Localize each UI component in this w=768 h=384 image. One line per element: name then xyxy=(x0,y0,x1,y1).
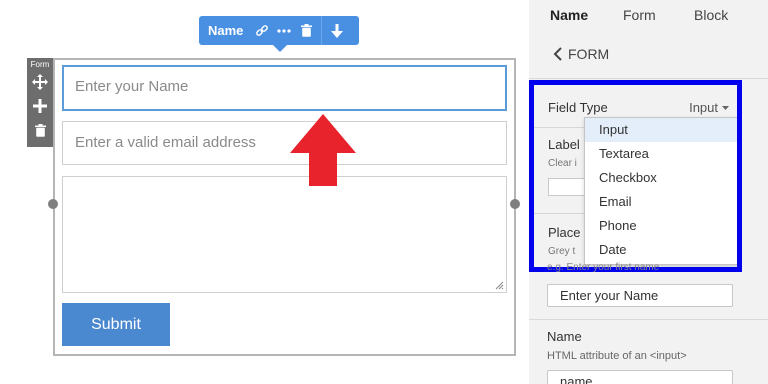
field-type-option[interactable]: Checkbox xyxy=(585,166,737,190)
panel-divider xyxy=(529,319,768,320)
placeholder-input[interactable]: Enter your Name xyxy=(547,284,733,307)
name-attribute-input[interactable]: name xyxy=(547,370,733,384)
resize-handle-left[interactable] xyxy=(48,199,58,209)
submit-button[interactable]: Submit xyxy=(62,303,170,346)
name-section-hint: HTML attribute of an <input> xyxy=(547,350,687,362)
name-input[interactable]: Enter your Name xyxy=(62,65,507,111)
form-canvas: Name Form Enter your Name Enter a valid … xyxy=(0,0,529,384)
panel-tabs: Name Form Block xyxy=(529,0,768,30)
resize-grip-icon[interactable] xyxy=(495,281,504,290)
field-type-option[interactable]: Email xyxy=(585,190,737,214)
name-attribute-value: name xyxy=(560,374,593,384)
email-input-placeholder: Enter a valid email address xyxy=(75,134,256,151)
form-block-handle: Form xyxy=(27,58,53,147)
resize-handle-right[interactable] xyxy=(510,199,520,209)
name-section-title: Name xyxy=(547,329,582,344)
placeholder-example: e.g. Enter your first name xyxy=(547,262,660,273)
field-type-option[interactable]: Input xyxy=(585,118,737,142)
arrow-down-icon[interactable] xyxy=(326,16,348,45)
field-type-option[interactable]: Textarea xyxy=(585,142,737,166)
plus-icon[interactable] xyxy=(27,94,53,118)
tab-form[interactable]: Form xyxy=(623,7,656,23)
label-section-title: Label xyxy=(548,137,580,152)
name-input-placeholder: Enter your Name xyxy=(75,78,189,95)
field-type-highlight: Field Type Input Label Clear i Place Gre… xyxy=(529,80,742,272)
message-textarea[interactable] xyxy=(62,176,507,293)
field-type-value: Input xyxy=(689,100,718,115)
toolbar-element-name: Name xyxy=(208,23,244,38)
field-type-dropdown[interactable]: Input Textarea Checkbox Email Phone Date xyxy=(584,117,737,265)
trash-icon[interactable] xyxy=(295,16,317,45)
field-type-label: Field Type xyxy=(548,100,608,115)
label-section-hint: Clear i xyxy=(548,158,577,169)
element-toolbar: Name xyxy=(199,16,359,52)
trash-icon[interactable] xyxy=(27,118,53,142)
field-type-select[interactable]: Input xyxy=(689,100,729,115)
move-icon[interactable] xyxy=(27,70,53,94)
field-type-option[interactable]: Date xyxy=(585,238,737,262)
placeholder-section-hint: Grey t xyxy=(548,246,576,257)
tab-block[interactable]: Block xyxy=(694,7,728,23)
chevron-left-icon xyxy=(553,47,562,61)
annotation-arrow-icon xyxy=(290,114,356,186)
email-input[interactable]: Enter a valid email address xyxy=(62,121,507,165)
tab-name[interactable]: Name xyxy=(550,7,588,23)
placeholder-section-title: Place xyxy=(548,225,581,240)
back-to-form-link[interactable]: FORM xyxy=(553,46,609,62)
more-icon[interactable] xyxy=(273,16,295,45)
form-block-label: Form xyxy=(30,60,50,69)
placeholder-input-value: Enter your Name xyxy=(560,288,659,303)
back-link-label: FORM xyxy=(568,46,610,62)
toolbar-pointer xyxy=(272,44,288,52)
panel-divider xyxy=(529,78,768,79)
link-icon[interactable] xyxy=(251,16,273,45)
caret-down-icon xyxy=(722,105,729,110)
toolbar-divider xyxy=(321,16,323,45)
settings-panel: Name Form Block FORM Field Type Input La… xyxy=(529,0,768,384)
field-type-option[interactable]: Phone xyxy=(585,214,737,238)
